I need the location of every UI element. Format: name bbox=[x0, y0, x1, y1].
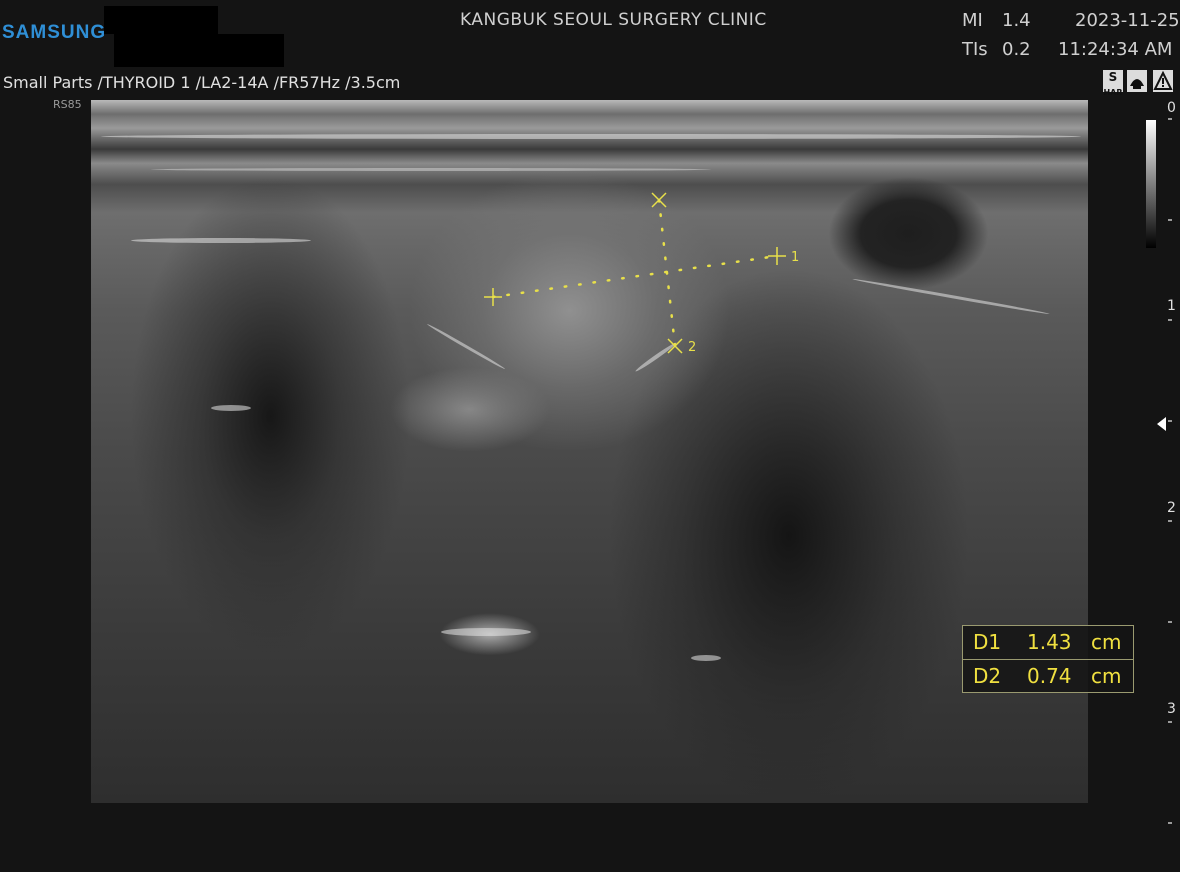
tis-value: 0.2 bbox=[1002, 39, 1031, 60]
measurement-line-d2 bbox=[657, 198, 677, 348]
depth-tick bbox=[1168, 821, 1172, 824]
measurement-line-d1 bbox=[491, 254, 779, 299]
caliper-plus-end bbox=[768, 247, 786, 265]
measurement-value: 0.74 bbox=[1027, 664, 1072, 688]
caliper-plus-start bbox=[484, 288, 502, 306]
depth-label-0: 0 bbox=[1167, 100, 1176, 116]
depth-label-3: 3 bbox=[1167, 701, 1176, 717]
measurement-panel: D1 1.43 cm D2 0.74 cm bbox=[962, 625, 1134, 693]
tis-label: TIs bbox=[962, 39, 988, 60]
depth-tick bbox=[1168, 620, 1172, 623]
exam-date: 2023-11-25 bbox=[1075, 10, 1180, 31]
caliper-x-start bbox=[651, 192, 667, 208]
brand-logo: SAMSUNG bbox=[2, 22, 107, 43]
depth-scale: 0 1 2 3 bbox=[1140, 100, 1176, 824]
measurement-label: D2 bbox=[973, 664, 1002, 688]
caliper-label-1: 1 bbox=[791, 250, 799, 265]
measurement-label: D1 bbox=[973, 630, 1002, 654]
harmonic-icon: S HAR bbox=[1103, 70, 1123, 97]
depth-tick bbox=[1168, 319, 1172, 321]
mi-label: MI bbox=[962, 10, 983, 31]
depth-tick bbox=[1168, 218, 1172, 221]
warning-icon bbox=[1153, 70, 1173, 92]
exam-time: 11:24:34 AM bbox=[1058, 39, 1173, 60]
measurement-unit: cm bbox=[1091, 630, 1122, 654]
mi-value: 1.4 bbox=[1002, 10, 1031, 31]
caliper-label-2: 2 bbox=[688, 340, 696, 355]
measurement-row-d2: D2 0.74 cm bbox=[963, 659, 1133, 693]
measurement-unit: cm bbox=[1091, 664, 1122, 688]
depth-label-1: 1 bbox=[1167, 298, 1176, 314]
depth-tick bbox=[1168, 118, 1172, 120]
redaction-block bbox=[114, 34, 284, 67]
probe-orientation-icon bbox=[1127, 70, 1147, 92]
caliper-x-end bbox=[667, 338, 683, 354]
redaction-block bbox=[104, 6, 218, 34]
depth-tick bbox=[1168, 520, 1172, 522]
clinic-name: KANGBUK SEOUL SURGERY CLINIC bbox=[460, 10, 767, 30]
measurement-row-d1: D1 1.43 cm bbox=[963, 626, 1133, 659]
caliper-overlay: 1 2 bbox=[484, 192, 799, 355]
probe-label: RS85 bbox=[53, 98, 82, 111]
depth-label-2: 2 bbox=[1167, 500, 1176, 516]
measurement-value: 1.43 bbox=[1027, 630, 1072, 654]
depth-tick bbox=[1168, 721, 1172, 723]
preset-info: Small Parts /THYROID 1 /LA2-14A /FR57Hz … bbox=[3, 73, 401, 92]
depth-tick bbox=[1168, 419, 1172, 422]
